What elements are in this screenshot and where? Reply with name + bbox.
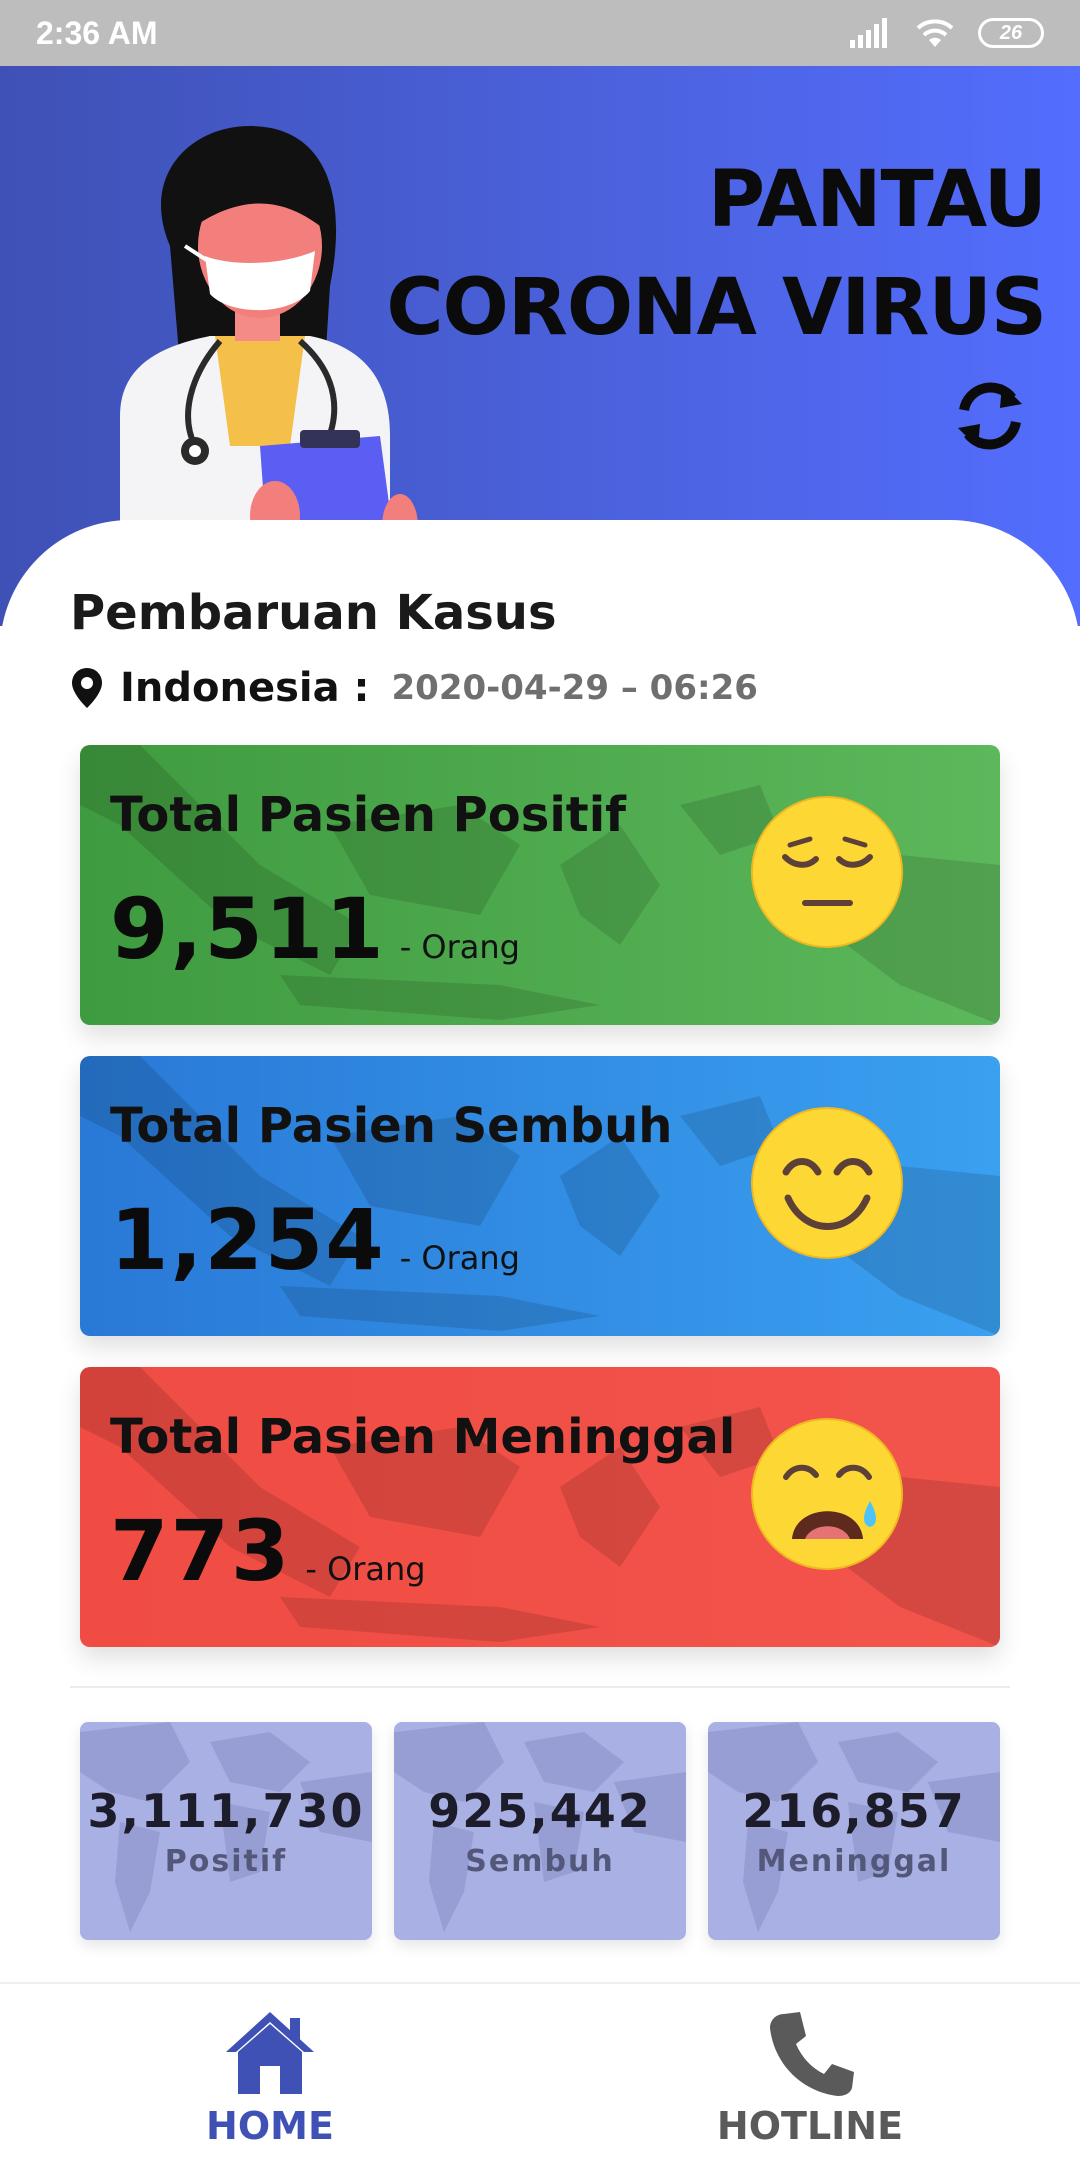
battery-icon: 26 (978, 18, 1044, 48)
location-row: Indonesia : 2020-04-29 – 06:26 (70, 665, 758, 711)
card-deaths-number: 773 (110, 1502, 292, 1600)
status-icons: 26 (848, 17, 1044, 49)
nav-home[interactable]: HOME (120, 2008, 420, 2148)
card-deaths-unit: - Orang (305, 1550, 426, 1588)
app-title-line2: CORONA VIRUS (386, 263, 1047, 353)
status-bar: 2:36 AM 26 (0, 0, 1080, 66)
app-title: PANTAU CORONA VIRUS (386, 146, 1047, 362)
card-recovered-title: Total Pasien Sembuh (110, 1098, 673, 1154)
nav-hotline[interactable]: HOTLINE (660, 2008, 960, 2148)
global-positive-number: 3,111,730 (87, 1784, 365, 1838)
card-positive-value-row: 9,511 - Orang (110, 880, 520, 978)
divider (70, 1686, 1010, 1688)
card-recovered-value-row: 1,254 - Orang (110, 1191, 520, 1289)
card-deaths-title: Total Pasien Meninggal (110, 1409, 736, 1465)
location-pin-icon (72, 668, 102, 708)
nav-home-label: HOME (206, 2104, 334, 2148)
update-timestamp: 2020-04-29 – 06:26 (391, 668, 758, 708)
crying-face-icon (751, 1418, 903, 1570)
app-title-line1: PANTAU (707, 155, 1047, 245)
card-recovered: Total Pasien Sembuh 1,254 - Orang (80, 1056, 1000, 1336)
wifi-icon (916, 19, 954, 47)
smiling-face-icon (751, 1107, 903, 1259)
section-title: Pembaruan Kasus (70, 585, 557, 641)
global-positive-box: 3,111,730 Positif (80, 1722, 372, 1940)
card-positive: Total Pasien Positif 9,511 - Orang (80, 745, 1000, 1025)
battery-level: 26 (999, 21, 1023, 44)
global-recovered-box: 925,442 Sembuh (394, 1722, 686, 1940)
home-icon (226, 2012, 314, 2094)
global-recovered-label: Sembuh (465, 1844, 615, 1879)
global-deaths-number: 216,857 (742, 1784, 966, 1838)
card-positive-number: 9,511 (110, 880, 386, 978)
pensive-face-icon (751, 796, 903, 948)
card-positive-title: Total Pasien Positif (110, 787, 627, 843)
card-deaths: Total Pasien Meninggal 773 - Orang (80, 1367, 1000, 1647)
global-positive-label: Positif (164, 1844, 288, 1879)
refresh-icon[interactable] (950, 376, 1030, 456)
card-deaths-value-row: 773 - Orang (110, 1502, 426, 1600)
phone-icon (770, 2012, 854, 2096)
signal-icon (850, 18, 887, 48)
card-positive-unit: - Orang (399, 928, 520, 966)
global-deaths-label: Meninggal (756, 1844, 952, 1879)
nav-hotline-label: HOTLINE (716, 2104, 904, 2148)
country-label: Indonesia : (120, 665, 370, 711)
global-recovered-number: 925,442 (428, 1784, 652, 1838)
global-deaths-box: 216,857 Meninggal (708, 1722, 1000, 1940)
card-recovered-unit: - Orang (399, 1239, 520, 1277)
bottom-navigation: HOME HOTLINE (0, 1982, 1080, 2160)
status-time: 2:36 AM (36, 14, 158, 51)
card-recovered-number: 1,254 (110, 1191, 386, 1289)
